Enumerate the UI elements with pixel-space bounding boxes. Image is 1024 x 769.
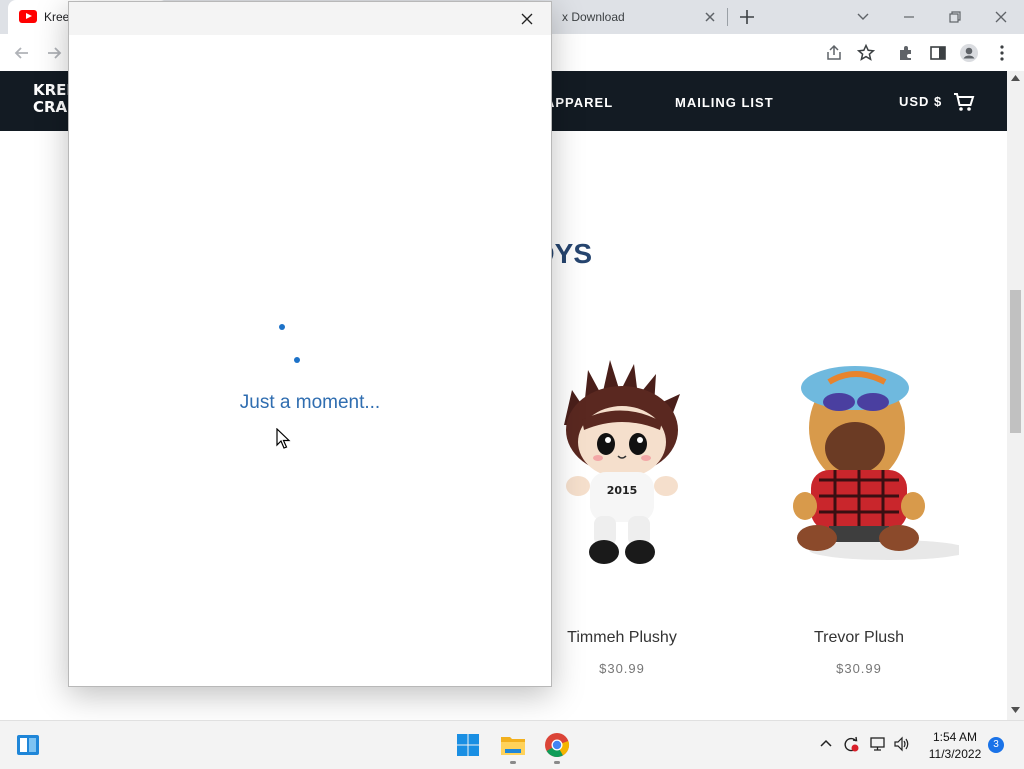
chevron-down-icon[interactable] [855, 8, 871, 24]
menu-kebab-icon[interactable] [992, 43, 1012, 63]
window-close-icon[interactable] [992, 8, 1010, 26]
tab-download[interactable]: x Download [550, 0, 726, 34]
widgets-icon[interactable] [16, 734, 40, 756]
product-name[interactable]: Trevor Plush [759, 629, 959, 647]
clock-date[interactable]: 11/3/2022 [912, 747, 998, 761]
minimize-icon[interactable] [900, 8, 918, 26]
scroll-up-arrow-icon[interactable] [1011, 75, 1020, 81]
product-image-timmeh[interactable]: 2015 [522, 330, 722, 580]
loading-spinner-dot [279, 324, 285, 330]
sync-icon[interactable] [842, 735, 860, 753]
currency-selector[interactable]: USD $ [899, 94, 942, 109]
file-explorer-icon[interactable] [500, 733, 526, 757]
product-image-trevor[interactable] [759, 330, 959, 580]
tab-title: Kree [44, 10, 70, 24]
chrome-icon[interactable] [544, 732, 570, 758]
nav-link-mailing-list[interactable]: MAILING LIST [675, 95, 774, 110]
cart-icon[interactable] [953, 91, 975, 113]
page-scrollbar[interactable] [1007, 71, 1024, 720]
volume-icon[interactable] [893, 735, 911, 753]
nav-link-apparel[interactable]: APPAREL [545, 95, 613, 110]
forward-arrow-icon[interactable] [44, 43, 64, 63]
product-price: $30.99 [599, 661, 645, 676]
tab-close-icon[interactable] [702, 9, 718, 25]
loading-message: Just a moment... [239, 392, 381, 413]
close-icon[interactable] [519, 11, 535, 27]
clock-time[interactable]: 1:54 AM [912, 730, 998, 744]
scroll-down-arrow-icon[interactable] [1011, 707, 1020, 713]
tab-separator [727, 8, 728, 26]
svg-text:2015: 2015 [607, 484, 638, 497]
scroll-thumb[interactable] [1010, 290, 1021, 433]
chevron-up-icon[interactable] [817, 735, 835, 753]
tab-title: x Download [562, 10, 625, 24]
logo-line: CRAF [33, 98, 78, 116]
extensions-icon[interactable] [896, 43, 916, 63]
restore-icon[interactable] [946, 8, 964, 26]
side-panel-icon[interactable] [928, 43, 948, 63]
popup-titlebar [69, 2, 551, 35]
bookmark-star-icon[interactable] [856, 43, 876, 63]
notification-badge[interactable]: 3 [988, 737, 1004, 753]
app-running-indicator [510, 761, 516, 764]
mouse-cursor-icon [276, 428, 291, 449]
popup-window: Just a moment... [68, 1, 552, 687]
network-icon[interactable] [869, 735, 887, 753]
windows-start-icon[interactable] [456, 733, 480, 757]
profile-avatar-icon[interactable] [959, 43, 979, 63]
product-name[interactable]: Timmeh Plushy [522, 629, 722, 647]
loading-spinner-dot [294, 357, 300, 363]
back-arrow-icon[interactable] [12, 43, 32, 63]
new-tab-icon[interactable] [738, 8, 756, 26]
youtube-icon [19, 10, 37, 23]
app-running-indicator [554, 761, 560, 764]
site-logo[interactable]: KREE CRAF [33, 81, 78, 120]
logo-line: KREE [33, 81, 77, 99]
share-icon[interactable] [824, 43, 844, 63]
product-price: $30.99 [836, 661, 882, 676]
taskbar: 1:54 AM 11/3/2022 3 [0, 720, 1024, 769]
